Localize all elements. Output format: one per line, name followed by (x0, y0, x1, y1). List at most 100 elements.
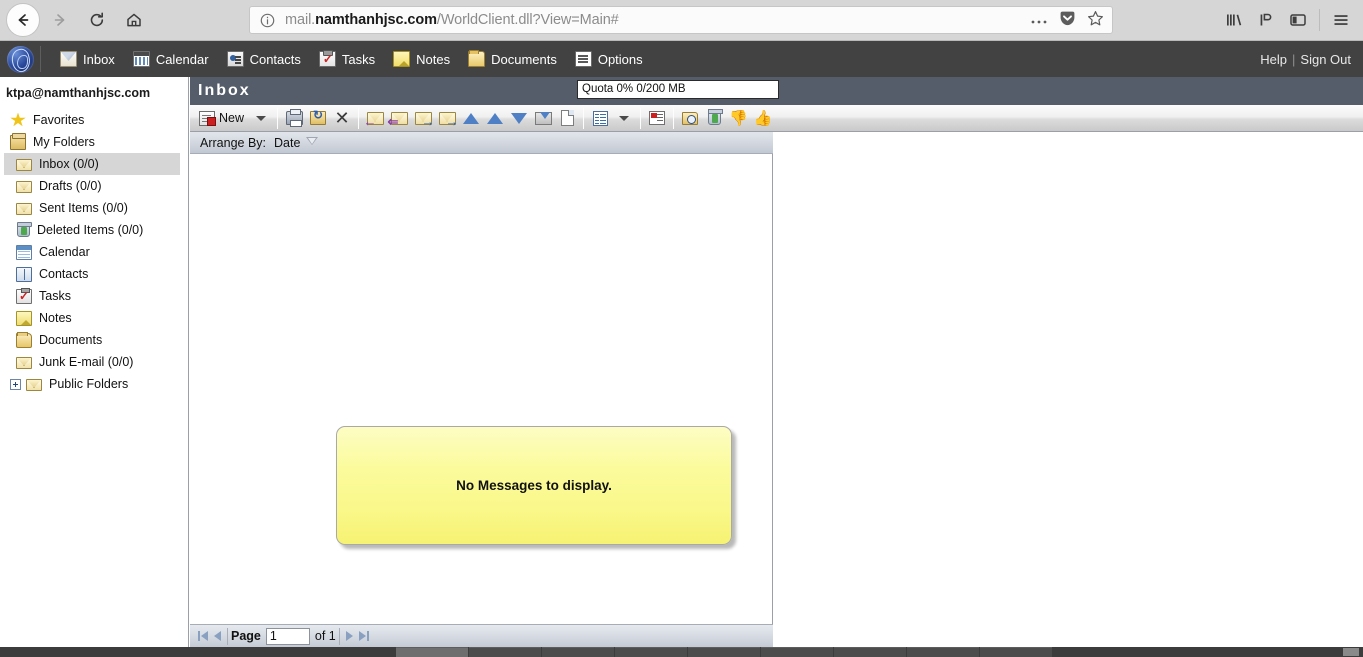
forward-as-attachment-button[interactable]: → (435, 107, 459, 130)
nav-label-documents: Documents (491, 51, 557, 67)
arrange-by-bar[interactable]: Arrange By: Date (190, 132, 773, 154)
last-page-button[interactable] (357, 626, 371, 646)
first-page-button[interactable] (196, 626, 210, 646)
mark-spam-button[interactable]: 👎 (726, 107, 751, 130)
move-up-button[interactable] (459, 107, 483, 130)
next-message-button[interactable] (507, 107, 531, 130)
sidebar-item-deleted-items[interactable]: Deleted Items (0/0) (0, 219, 188, 241)
library-icon[interactable] (1218, 4, 1250, 36)
worldclient-globe-logo[interactable] (0, 41, 40, 77)
sidebar-item-my-folders[interactable]: My Folders (0, 131, 188, 153)
reply-all-button[interactable]: ⇐ (387, 107, 411, 130)
hamburger-menu-icon[interactable] (1325, 4, 1357, 36)
printer-icon (285, 109, 303, 127)
new-message-button[interactable]: New (196, 107, 249, 130)
sidebar-label-drafts: Drafts (0/0) (39, 178, 102, 193)
pocket-icon[interactable] (1059, 10, 1076, 32)
taskbar-window-button[interactable] (396, 647, 468, 657)
sidebar-item-public-folders[interactable]: Public Folders (0, 373, 188, 395)
nav-label-contacts: Contacts (249, 51, 301, 67)
taskbar-window-button[interactable] (542, 647, 614, 657)
nav-item-options[interactable]: Options (566, 41, 652, 77)
nav-item-contacts[interactable]: Contacts (218, 41, 310, 77)
previous-page-button[interactable] (210, 626, 224, 646)
sidebar-item-favorites[interactable]: Favorites (0, 109, 188, 131)
move-to-folder-button[interactable] (306, 107, 330, 130)
star-icon (10, 112, 26, 127)
nav-item-notes[interactable]: Notes (384, 41, 459, 77)
reload-button[interactable] (80, 3, 114, 37)
url-subdomain: mail. (285, 12, 316, 28)
mark-unread-button[interactable] (531, 107, 555, 130)
sidebar-item-sent-items[interactable]: Sent Items (0/0) (0, 197, 188, 219)
taskbar-window-button[interactable] (761, 647, 833, 657)
delete-button[interactable]: ✕ (330, 107, 354, 130)
sidebar-item-junk-email[interactable]: Junk E-mail (0/0) (0, 351, 188, 373)
sidebar-icon[interactable] (1282, 4, 1314, 36)
taskbar-window-button[interactable] (688, 647, 760, 657)
url-bar[interactable]: mail.namthanhjsc.com/WorldClient.dll?Vie… (249, 6, 1113, 34)
nav-item-calendar[interactable]: Calendar (124, 41, 218, 77)
sidebar-item-drafts[interactable]: Drafts (0/0) (0, 175, 188, 197)
page-number-input[interactable]: 1 (265, 627, 310, 645)
star-icon[interactable] (1087, 10, 1104, 32)
taskbar-window-button[interactable] (980, 647, 1052, 657)
previous-message-button[interactable] (483, 107, 507, 130)
nav-label-inbox: Inbox (83, 51, 115, 67)
move-to-folder-icon (310, 108, 327, 125)
folder-sidebar: ktpa@namthanhjsc.com Favorites My Folder… (0, 77, 189, 647)
mark-not-spam-button[interactable]: 👍 (751, 107, 776, 130)
sync-icon[interactable] (1250, 4, 1282, 36)
taskbar-window-button[interactable] (469, 647, 541, 657)
new-message-dropdown[interactable] (249, 107, 273, 130)
empty-trash-button[interactable] (702, 107, 726, 130)
options-icon (574, 51, 592, 67)
envelope-icon (16, 357, 32, 369)
blank-message-button[interactable] (555, 107, 579, 130)
previous-page-icon (213, 631, 221, 641)
plus-expander-icon[interactable] (10, 378, 21, 390)
forward-button[interactable] (43, 3, 77, 37)
system-tray[interactable] (1343, 648, 1359, 656)
taskbar-window-button[interactable] (834, 647, 906, 657)
sidebar-label-my-folders: My Folders (33, 134, 95, 149)
page-info-icon[interactable] (260, 13, 275, 28)
inbox-icon (60, 51, 77, 67)
taskbar-window-button[interactable] (907, 647, 979, 657)
arrange-by-label: Arrange By: (200, 135, 267, 150)
view-message-button[interactable] (645, 107, 669, 130)
preview-pane-button[interactable] (588, 107, 612, 130)
reply-button[interactable]: ← (363, 107, 387, 130)
sidebar-item-inbox[interactable]: Inbox (0/0) (4, 153, 180, 175)
arrange-by-value[interactable]: Date (274, 136, 300, 150)
tasks-clipboard-icon (16, 287, 32, 304)
arrow-down-icon (511, 112, 528, 124)
help-link[interactable]: Help (1260, 52, 1287, 67)
print-button[interactable] (282, 107, 306, 130)
sidebar-item-documents[interactable]: Documents (0, 329, 188, 351)
nav-item-tasks[interactable]: Tasks (310, 41, 384, 77)
forward-mail-icon: → (414, 111, 435, 128)
sidebar-item-tasks[interactable]: Tasks (0, 285, 188, 307)
back-button[interactable] (6, 3, 40, 37)
preview-pane-dropdown[interactable] (612, 107, 636, 130)
preview-pane-icon (592, 110, 608, 126)
nav-item-inbox[interactable]: Inbox (51, 41, 124, 77)
sidebar-item-calendar[interactable]: Calendar (0, 241, 188, 263)
nav-divider (40, 46, 41, 72)
empty-list-text: No Messages to display. (456, 478, 612, 493)
taskbar-window-button[interactable] (615, 647, 687, 657)
envelope-icon (26, 379, 42, 391)
nav-label-notes: Notes (416, 51, 451, 67)
nav-item-documents[interactable]: Documents (459, 41, 566, 77)
next-page-button[interactable] (343, 626, 357, 646)
reload-icon (88, 11, 106, 29)
forward-button[interactable]: → (411, 107, 435, 130)
sidebar-item-contacts[interactable]: Contacts (0, 263, 188, 285)
sidebar-item-notes[interactable]: Notes (0, 307, 188, 329)
search-folder-button[interactable] (678, 107, 702, 130)
sign-out-link[interactable]: Sign Out (1300, 52, 1351, 67)
sort-descending-icon[interactable] (306, 136, 319, 145)
ellipsis-icon[interactable] (1030, 12, 1048, 30)
home-button[interactable] (117, 3, 151, 37)
